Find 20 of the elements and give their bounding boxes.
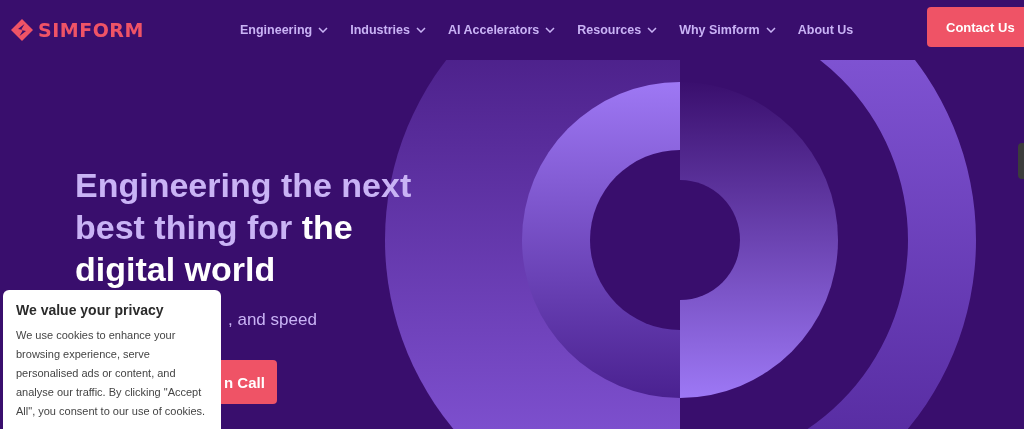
hero-subtitle: , and speed xyxy=(228,310,318,330)
chevron-down-icon xyxy=(545,27,556,33)
chevron-down-icon xyxy=(765,27,776,33)
chevron-down-icon xyxy=(318,27,329,33)
headline-text: the xyxy=(301,208,353,246)
nav-link[interactable]: AI Accelerators xyxy=(448,23,556,37)
nav-link[interactable]: Industries xyxy=(350,23,426,37)
cookie-title: We value your privacy xyxy=(16,302,165,318)
headline-text: Engineering the next xyxy=(75,166,412,204)
cookie-text: We use cookies to enhance your browsing experience, serve personalised ads or content, and analyse our traffic. By clicking "Accept All", you consent to our use of cookies. xyxy=(16,328,207,419)
nav-link[interactable]: About Us xyxy=(797,23,854,37)
headline-text: digital world xyxy=(75,250,276,288)
nav-link[interactable]: Engineering xyxy=(240,23,329,37)
logo-icon xyxy=(10,18,34,42)
headline-text: best thing for xyxy=(75,208,294,246)
nav-link[interactable]: Resources xyxy=(577,23,658,37)
chevron-down-icon xyxy=(647,27,658,33)
nav-link[interactable]: Why Simform xyxy=(679,23,776,37)
logo-wordmark[interactable]: SIMFORM xyxy=(38,19,144,41)
chevron-down-icon xyxy=(416,27,426,33)
